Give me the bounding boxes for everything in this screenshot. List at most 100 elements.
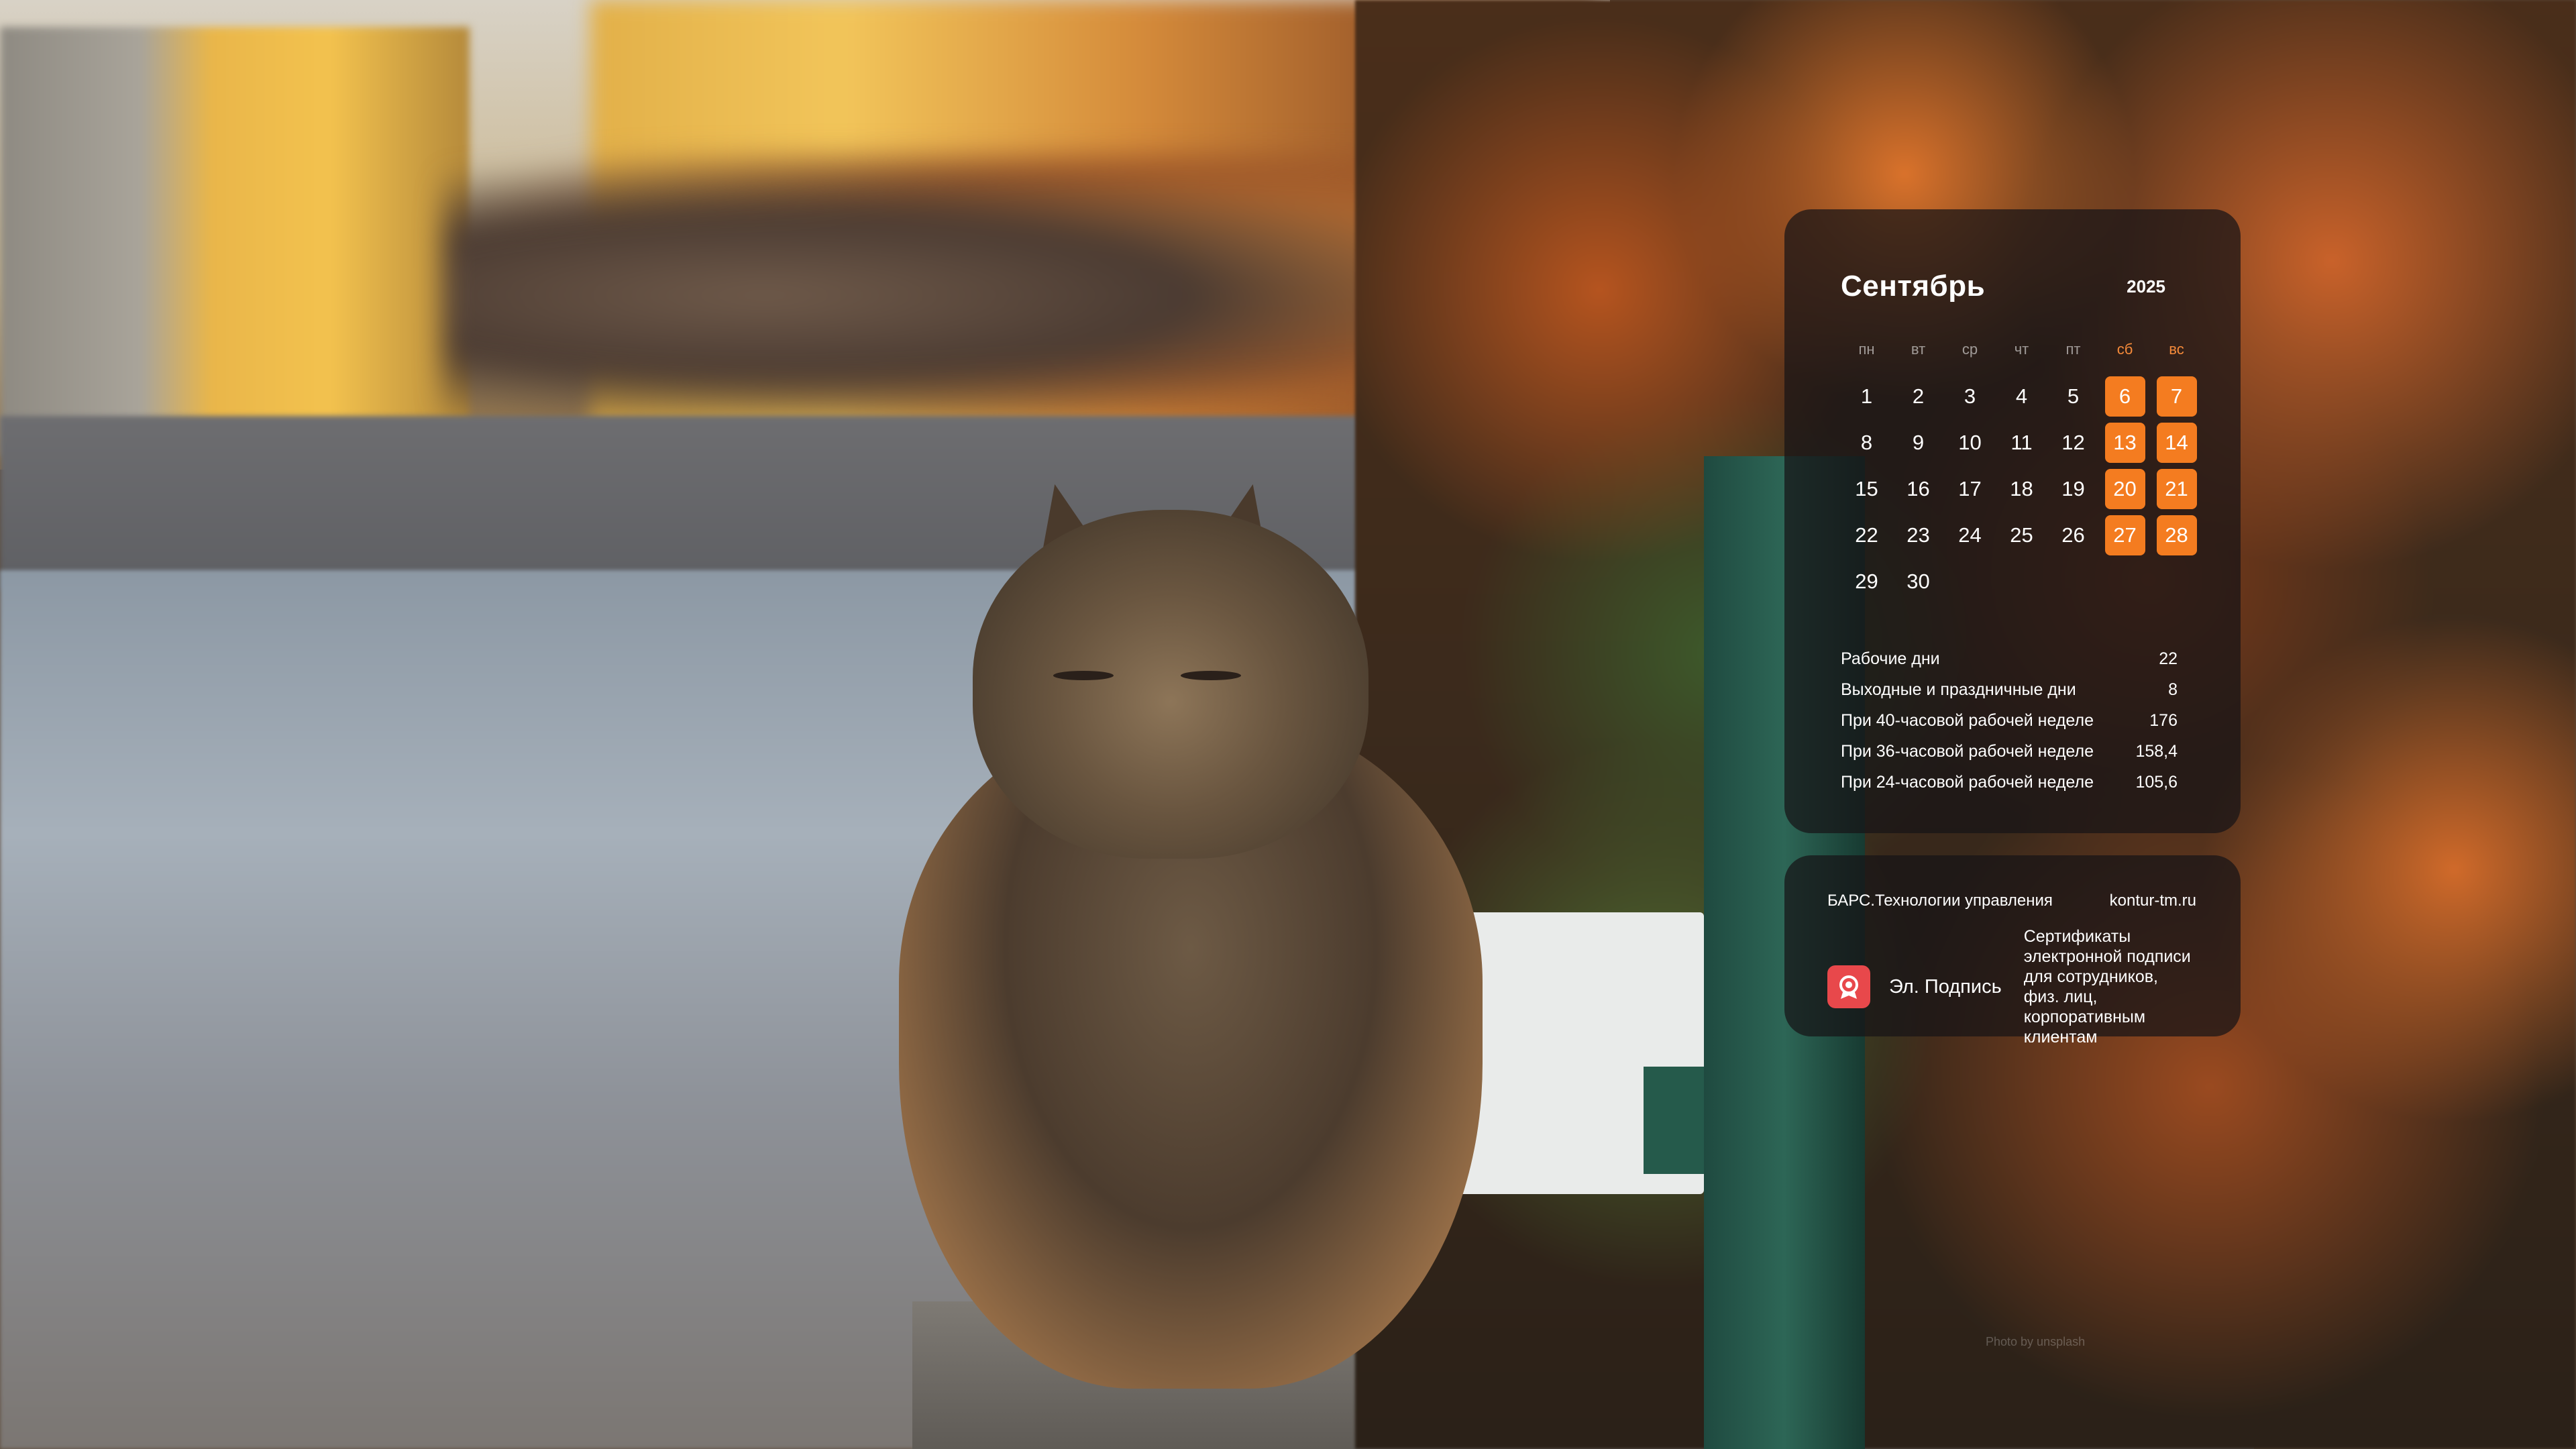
calendar-day: 21	[2151, 466, 2202, 512]
calendar-month: Сентябрь	[1841, 270, 1986, 303]
stat-row: Выходные и праздничные дни 8	[1841, 674, 2178, 705]
stat-value: 105,6	[2135, 772, 2178, 792]
cat-head	[973, 510, 1368, 859]
calendar-day-number: 16	[1907, 476, 1930, 500]
calendar-day-number: 14	[2156, 422, 2197, 463]
calendar-day-number: 8	[1860, 430, 1873, 454]
ad-site-link[interactable]: kontur-tm.ru	[2110, 892, 2196, 910]
calendar-day: 25	[1996, 512, 2047, 558]
calendar-day: 28	[2151, 512, 2202, 558]
calendar-day: 18	[1996, 466, 2047, 512]
calendar-day-number	[2105, 561, 2145, 602]
photo-credit: Photo by unsplash	[1986, 1335, 2086, 1348]
calendar-day: 23	[1892, 512, 1944, 558]
calendar-day-number: 11	[2010, 430, 2033, 454]
stat-label: Выходные и праздничные дни	[1841, 680, 2076, 699]
calendar-empty-cell	[2151, 558, 2202, 604]
calendar-day-number	[2157, 561, 2197, 602]
ad-description: Сертификаты электронной подписи для сотр…	[2023, 927, 2191, 1046]
calendar-day: 13	[2099, 419, 2151, 466]
ad-header: БАРС.Технологии управления kontur-tm.ru	[1827, 888, 2198, 914]
calendar-day-number: 13	[2104, 422, 2145, 463]
calendar-day-number: 5	[2067, 384, 2080, 408]
calendar-header: Сентябрь 2025	[1841, 256, 2184, 317]
calendar-day: 8	[1841, 419, 1892, 466]
calendar-day-number: 30	[1907, 569, 1930, 593]
calendar-day-number: 10	[1958, 430, 1982, 454]
calendar-day: 30	[1892, 558, 1944, 604]
calendar-day: 27	[2099, 512, 2151, 558]
calendar-day-number: 26	[2061, 523, 2085, 547]
calendar-day: 7	[2151, 373, 2202, 419]
stat-value: 22	[2159, 649, 2178, 668]
calendar-day: 10	[1944, 419, 1996, 466]
calendar-empty-cell	[2099, 558, 2151, 604]
calendar-day: 11	[1996, 419, 2047, 466]
weekday-label: пт	[2065, 341, 2081, 358]
calendar-day-number: 12	[2061, 430, 2085, 454]
calendar-day: 1	[1841, 373, 1892, 419]
stat-row: При 36-часовой рабочей неделе 158,4	[1841, 736, 2178, 767]
stat-label: При 24-часовой рабочей неделе	[1841, 772, 2094, 792]
calendar-day: 12	[2047, 419, 2099, 466]
stat-row: При 40-часовой рабочей неделе 176	[1841, 705, 2178, 736]
calendar-day: 5	[2047, 373, 2099, 419]
background-wall	[0, 27, 470, 456]
calendar-empty-cell	[1944, 558, 1996, 604]
calendar-day-number: 18	[2010, 476, 2033, 500]
calendar-day-number: 17	[1958, 476, 1982, 500]
calendar-day-number: 7	[2156, 376, 2197, 417]
stat-label: Рабочие дни	[1841, 649, 1940, 668]
stat-row: Рабочие дни 22	[1841, 643, 2178, 674]
calendar-day: 22	[1841, 512, 1892, 558]
calendar-day: 24	[1944, 512, 1996, 558]
calendar-day-number	[2053, 561, 2094, 602]
calendar-day: 2	[1892, 373, 1944, 419]
calendar-day-number: 19	[2061, 476, 2085, 500]
ad-product: Эл. Подпись	[1889, 975, 2002, 998]
calendar-day: 9	[1892, 419, 1944, 466]
calendar-day-number: 3	[1964, 384, 1976, 408]
calendar-day-number: 9	[1912, 430, 1925, 454]
calendar-day: 20	[2099, 466, 2151, 512]
calendar-day-number: 21	[2156, 468, 2197, 509]
cat-eye-right	[1181, 671, 1241, 680]
calendar-year: 2025	[2127, 276, 2165, 297]
calendar-day: 3	[1944, 373, 1996, 419]
calendar-day-number: 20	[2104, 468, 2145, 509]
weekday-label: пн	[1858, 341, 1875, 358]
calendar-day: 29	[1841, 558, 1892, 604]
ad-body: Эл. Подпись Сертификаты электронной подп…	[1827, 926, 2198, 1047]
weekday-label: вт	[1911, 341, 1926, 358]
cat-eye-left	[1053, 671, 1114, 680]
calendar-day-number: 15	[1855, 476, 1878, 500]
ad-widget[interactable]: БАРС.Технологии управления kontur-tm.ru …	[1784, 855, 2241, 1046]
calendar-day: 16	[1892, 466, 1944, 512]
calendar-day-number: 29	[1855, 569, 1878, 593]
calendar-day-number	[1950, 561, 1990, 602]
calendar-day: 19	[2047, 466, 2099, 512]
weekday-label: вс	[2169, 341, 2184, 358]
calendar-day: 14	[2151, 419, 2202, 466]
calendar-day: 15	[1841, 466, 1892, 512]
stat-value: 176	[2149, 710, 2178, 730]
weekday-label: чт	[2014, 341, 2029, 358]
calendar-day-number	[2002, 561, 2042, 602]
calendar-empty-cell	[2047, 558, 2099, 604]
calendar-day-number: 2	[1912, 384, 1925, 408]
stat-label: При 36-часовой рабочей неделе	[1841, 741, 2094, 761]
stat-row: При 24-часовой рабочей неделе 105,6	[1841, 767, 2178, 798]
calendar-stats: Рабочие дни 22 Выходные и праздничные дни 8…	[1841, 643, 2184, 798]
calendar-day-number: 22	[1855, 523, 1878, 547]
calendar-day-number: 4	[2015, 384, 2028, 408]
calendar-day-number: 1	[1860, 384, 1873, 408]
calendar-day-number: 23	[1907, 523, 1930, 547]
calendar-widget: Сентябрь 2025 пн вт ср чт пт сб вс 1 2 3 4 5 6 7 8 9 10 1…	[1784, 209, 2241, 833]
stat-label: При 40-часовой рабочей неделе	[1841, 710, 2094, 730]
calendar-day: 4	[1996, 373, 2047, 419]
signature-seal-icon	[1827, 965, 1870, 1008]
calendar-day: 17	[1944, 466, 1996, 512]
calendar-grid: пн вт ср чт пт сб вс 1 2 3 4 5 6 7 8 9 10 11 12 13 14 15 16 17 1…	[1841, 326, 2197, 604]
stat-value: 8	[2168, 680, 2178, 699]
weekday-label: сб	[2116, 341, 2133, 358]
